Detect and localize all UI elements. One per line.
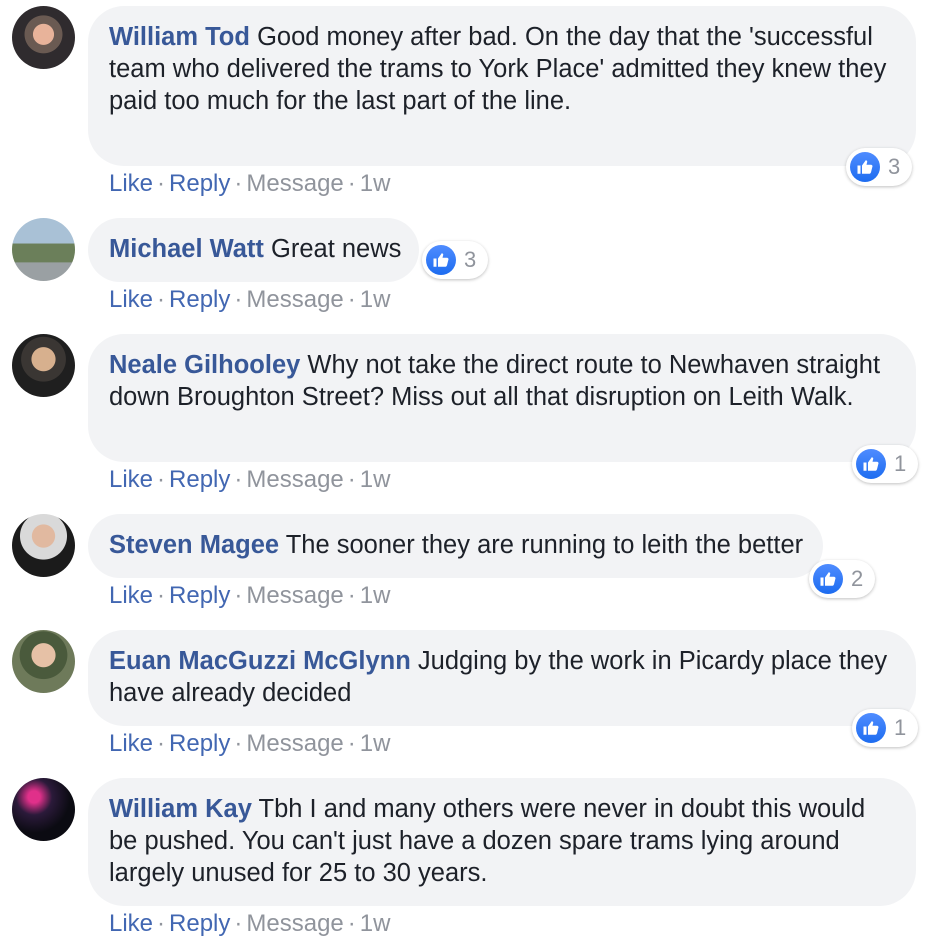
comment-bubble: Michael Watt Great news [88, 218, 420, 282]
reaction-badge[interactable]: 1 [852, 445, 919, 483]
comment-bubble: William Kay Tbh I and many others were n… [88, 778, 916, 906]
like-link[interactable]: Like [109, 582, 153, 609]
comment-author[interactable]: Neale Gilhooley [109, 351, 300, 379]
comment-bubble: Neale Gilhooley Why not take the direct … [88, 334, 916, 462]
comment-text: The sooner they are running to leith the… [285, 531, 804, 559]
message-link[interactable]: Message [246, 582, 343, 609]
reply-link[interactable]: Reply [169, 286, 230, 313]
reaction-badge[interactable]: 3 [846, 148, 913, 186]
comment-timestamp[interactable]: 1w [360, 466, 391, 493]
comment-actions: Like · Reply · Message · 1w [109, 170, 391, 197]
message-link[interactable]: Message [246, 730, 343, 757]
like-link[interactable]: Like [109, 466, 153, 493]
message-link[interactable]: Message [246, 466, 343, 493]
avatar[interactable] [12, 6, 75, 69]
comment-author[interactable]: Michael Watt [109, 235, 264, 263]
comment-actions: Like · Reply · Message · 1w [109, 466, 391, 493]
avatar[interactable] [12, 630, 75, 693]
avatar[interactable] [12, 514, 75, 577]
comment-bubble: Euan MacGuzzi McGlynn Judging by the wor… [88, 630, 916, 726]
comment-actions: Like · Reply · Message · 1w [109, 286, 391, 313]
comment-text: Great news [271, 235, 402, 263]
reply-link[interactable]: Reply [169, 170, 230, 197]
reaction-count: 2 [851, 566, 864, 591]
reaction-count: 3 [888, 154, 901, 179]
reply-link[interactable]: Reply [169, 730, 230, 757]
like-link[interactable]: Like [109, 170, 153, 197]
reaction-badge[interactable]: 1 [852, 709, 919, 747]
reaction-count: 3 [464, 247, 477, 272]
comment-actions: Like · Reply · Message · 1w [109, 582, 391, 609]
comment-author[interactable]: Euan MacGuzzi McGlynn [109, 647, 411, 675]
comment-timestamp[interactable]: 1w [360, 170, 391, 197]
comment-author[interactable]: William Tod [109, 23, 250, 51]
message-link[interactable]: Message [246, 170, 343, 197]
like-reaction-icon [813, 564, 843, 594]
comment-bubble: William Tod Good money after bad. On the… [88, 6, 916, 166]
reaction-count: 1 [894, 715, 907, 740]
comment-author[interactable]: Steven Magee [109, 531, 279, 559]
comment-actions: Like · Reply · Message · 1w [109, 910, 391, 937]
avatar[interactable] [12, 778, 75, 841]
reply-link[interactable]: Reply [169, 466, 230, 493]
comment-timestamp[interactable]: 1w [360, 582, 391, 609]
avatar[interactable] [12, 334, 75, 397]
comment-actions: Like · Reply · Message · 1w [109, 730, 391, 757]
comment-timestamp[interactable]: 1w [360, 730, 391, 757]
comment-bubble: Steven Magee The sooner they are running… [88, 514, 824, 578]
reaction-count: 1 [894, 451, 907, 476]
comment-timestamp[interactable]: 1w [360, 910, 391, 937]
reply-link[interactable]: Reply [169, 582, 230, 609]
like-reaction-icon [856, 449, 886, 479]
message-link[interactable]: Message [246, 910, 343, 937]
avatar[interactable] [12, 218, 75, 281]
like-link[interactable]: Like [109, 910, 153, 937]
like-link[interactable]: Like [109, 730, 153, 757]
like-link[interactable]: Like [109, 286, 153, 313]
reaction-badge[interactable]: 3 [422, 241, 489, 279]
reply-link[interactable]: Reply [169, 910, 230, 937]
like-reaction-icon [850, 152, 880, 182]
like-reaction-icon [856, 713, 886, 743]
reaction-badge[interactable]: 2 [809, 560, 876, 598]
comment-author[interactable]: William Kay [109, 795, 252, 823]
comment-timestamp[interactable]: 1w [360, 286, 391, 313]
like-reaction-icon [426, 245, 456, 275]
message-link[interactable]: Message [246, 286, 343, 313]
